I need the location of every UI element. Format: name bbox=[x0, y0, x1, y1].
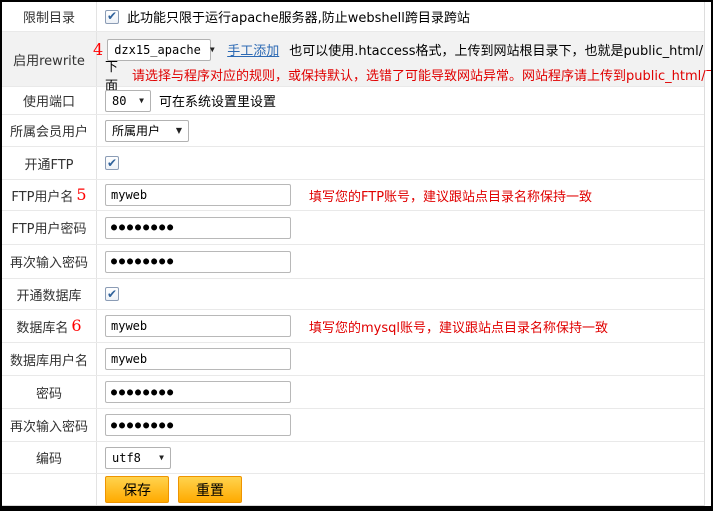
restrict-dir-label: 限制目录 bbox=[2, 2, 97, 31]
chevron-down-icon: ▼ bbox=[176, 126, 182, 135]
db-password-confirm-input[interactable] bbox=[105, 414, 291, 436]
rewrite-rule-select[interactable]: dzx15_apache ▼ bbox=[107, 39, 211, 61]
save-button[interactable]: 保存 bbox=[105, 476, 169, 503]
row-db-password-confirm: 再次输入密码 bbox=[2, 409, 704, 442]
port-select[interactable]: 80 ▼ bbox=[105, 90, 151, 112]
member-user-label: 所属会员用户 bbox=[2, 115, 97, 146]
ftp-password-input[interactable] bbox=[105, 217, 291, 239]
port-label: 使用端口 bbox=[2, 87, 97, 114]
db-username-input[interactable] bbox=[105, 348, 291, 370]
rewrite-hint-line1: 也可以使用.htaccess格式，上传到网站根目录下，也就是public_htm… bbox=[289, 40, 703, 59]
row-db-username: 数据库用户名 bbox=[2, 343, 704, 376]
chevron-down-icon: ▼ bbox=[139, 96, 144, 105]
row-restrict-dir: 限制目录 ✔ 此功能只限于运行apache服务器,防止webshell跨目录跨站 bbox=[2, 2, 704, 32]
row-rewrite: 启用rewrite 4 dzx15_apache ▼ 手工添加 也可以使用.ht… bbox=[2, 32, 704, 87]
chevron-down-icon: ▼ bbox=[210, 45, 215, 54]
ftp-password-confirm-label: 再次输入密码 bbox=[2, 245, 97, 278]
ftp-enable-checkbox[interactable]: ✔ bbox=[105, 156, 119, 170]
ftp-username-note: 填写您的FTP账号，建议跟站点目录名称保持一致 bbox=[309, 186, 592, 205]
row-ftp-username: FTP用户名 5 填写您的FTP账号，建议跟站点目录名称保持一致 bbox=[2, 180, 704, 211]
chevron-down-icon: ▼ bbox=[159, 453, 164, 462]
member-user-select[interactable]: 所属用户 ▼ bbox=[105, 120, 189, 142]
row-ftp-password: FTP用户密码 bbox=[2, 211, 704, 245]
ftp-username-input[interactable] bbox=[105, 184, 291, 206]
db-enable-label: 开通数据库 bbox=[2, 279, 97, 309]
row-ftp-enable: 开通FTP ✔ bbox=[2, 147, 704, 180]
row-encoding: 编码 utf8 ▼ bbox=[2, 442, 704, 474]
ftp-password-label: FTP用户密码 bbox=[2, 211, 97, 244]
manual-add-link[interactable]: 手工添加 bbox=[227, 40, 279, 59]
step-number-6: 6 bbox=[71, 318, 81, 334]
row-port: 使用端口 80 ▼ 可在系统设置里设置 bbox=[2, 87, 704, 115]
db-name-input[interactable] bbox=[105, 315, 291, 337]
row-db-password: 密码 bbox=[2, 376, 704, 409]
settings-table: 限制目录 ✔ 此功能只限于运行apache服务器,防止webshell跨目录跨站… bbox=[2, 2, 705, 506]
checkmark-icon: ✔ bbox=[107, 157, 117, 169]
db-name-label: 数据库名 bbox=[16, 317, 68, 336]
row-member-user: 所属会员用户 所属用户 ▼ bbox=[2, 115, 704, 147]
db-enable-checkbox[interactable]: ✔ bbox=[105, 287, 119, 301]
encoding-label: 编码 bbox=[2, 442, 97, 473]
panel-form: 限制目录 ✔ 此功能只限于运行apache服务器,防止webshell跨目录跨站… bbox=[0, 0, 713, 511]
port-hint: 可在系统设置里设置 bbox=[159, 91, 276, 110]
row-ftp-password-confirm: 再次输入密码 bbox=[2, 245, 704, 279]
row-db-name: 数据库名 6 填写您的mysql账号，建议跟站点目录名称保持一致 bbox=[2, 310, 704, 343]
ftp-password-confirm-input[interactable] bbox=[105, 251, 291, 273]
encoding-select[interactable]: utf8 ▼ bbox=[105, 447, 171, 469]
db-username-label: 数据库用户名 bbox=[2, 343, 97, 375]
reset-button[interactable]: 重置 bbox=[178, 476, 242, 503]
rewrite-label: 启用rewrite bbox=[2, 32, 97, 86]
step-number-5: 5 bbox=[76, 187, 86, 203]
db-password-label: 密码 bbox=[2, 376, 97, 408]
row-db-enable: 开通数据库 ✔ bbox=[2, 279, 704, 310]
restrict-dir-checkbox[interactable]: ✔ bbox=[105, 10, 119, 24]
ftp-username-label: FTP用户名 bbox=[11, 186, 73, 205]
ftp-enable-label: 开通FTP bbox=[2, 147, 97, 179]
db-name-note: 填写您的mysql账号，建议跟站点目录名称保持一致 bbox=[309, 317, 608, 336]
checkmark-icon: ✔ bbox=[107, 288, 117, 300]
checkmark-icon: ✔ bbox=[107, 10, 117, 22]
db-password-confirm-label: 再次输入密码 bbox=[2, 409, 97, 441]
restrict-dir-hint: 此功能只限于运行apache服务器,防止webshell跨目录跨站 bbox=[127, 7, 470, 26]
row-actions: 保存 重置 bbox=[2, 474, 704, 506]
step-number-4: 4 bbox=[93, 42, 103, 58]
actions-label-empty bbox=[2, 474, 97, 505]
rewrite-warning: 请选择与程序对应的规则，或保持默认，选错了可能导致网站异常。网站程序请上传到pu… bbox=[132, 65, 713, 84]
db-password-input[interactable] bbox=[105, 381, 291, 403]
